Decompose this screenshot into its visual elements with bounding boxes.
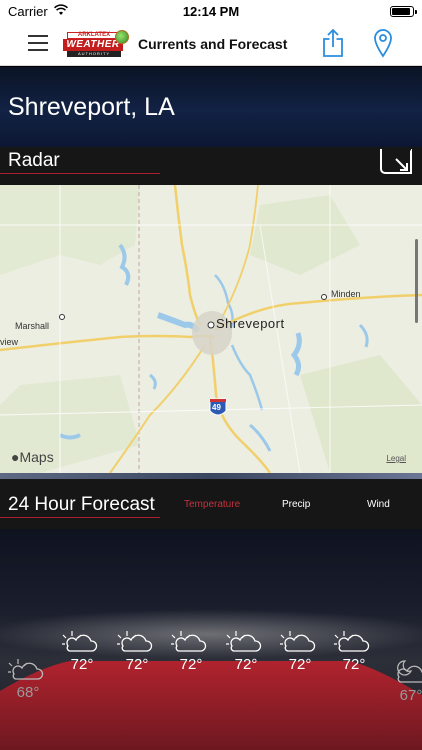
forecast-graph[interactable]: 68° 72° 72° 72° 72° 72° 72° 67° bbox=[0, 529, 422, 750]
radar-map[interactable]: Shreveport Marshall Minden view 49 ●Maps… bbox=[0, 185, 422, 473]
map-label-shreveport: Shreveport bbox=[216, 316, 285, 331]
forecast-hour: 72° bbox=[112, 626, 162, 673]
expand-icon[interactable] bbox=[378, 147, 414, 175]
partly-cloudy-night-icon bbox=[397, 660, 422, 683]
partly-cloudy-icon bbox=[280, 631, 316, 652]
maps-brand-text: Maps bbox=[19, 449, 54, 465]
scrollbar-thumb[interactable] bbox=[415, 239, 418, 323]
nav-bar: ARKLATEX WEATHER AUTHORITY Currents and … bbox=[0, 24, 422, 66]
partly-cloudy-icon bbox=[334, 631, 370, 652]
map-label-minden: Minden bbox=[331, 289, 361, 299]
hour-temp: 68° bbox=[16, 684, 40, 701]
radar-title: Radar bbox=[8, 150, 60, 171]
forecast-title-underline bbox=[0, 517, 160, 518]
partly-cloudy-icon bbox=[117, 631, 153, 652]
partly-cloudy-icon bbox=[171, 631, 207, 652]
partly-cloudy-icon bbox=[8, 659, 44, 680]
globe-icon bbox=[115, 30, 129, 44]
map-label-marshall: Marshall bbox=[15, 321, 50, 331]
forecast-hour: 68° bbox=[3, 654, 53, 701]
radar-header: Radar bbox=[0, 147, 422, 185]
hour-temp: 72° bbox=[70, 656, 94, 673]
hour-temp: 72° bbox=[288, 656, 312, 673]
logo-bottom-text: AUTHORITY bbox=[67, 51, 121, 57]
location-pin-icon[interactable] bbox=[373, 28, 393, 58]
forecast-hour: 72° bbox=[166, 626, 216, 673]
apple-maps-logo: ●Maps bbox=[11, 449, 54, 465]
share-icon[interactable] bbox=[322, 28, 344, 58]
city-name: Shreveport, LA bbox=[8, 93, 175, 121]
tab-wind[interactable]: Wind bbox=[367, 499, 390, 510]
hour-temp: 67° bbox=[399, 687, 422, 704]
forecast-hour: 72° bbox=[57, 626, 107, 673]
hour-temp: 72° bbox=[342, 656, 366, 673]
clock: 12:14 PM bbox=[182, 4, 240, 19]
hamburger-menu-icon[interactable] bbox=[28, 35, 48, 51]
interstate-49-label: 49 bbox=[212, 403, 221, 412]
tab-precip[interactable]: Precip bbox=[282, 499, 310, 510]
forecast-title: 24 Hour Forecast bbox=[8, 494, 155, 515]
app-logo: ARKLATEX WEATHER AUTHORITY bbox=[63, 30, 131, 60]
forecast-hour: 72° bbox=[329, 626, 379, 673]
hour-temp: 72° bbox=[234, 656, 258, 673]
map-canvas bbox=[0, 185, 422, 473]
status-bar: Carrier 12:14 PM bbox=[0, 0, 422, 24]
battery-icon bbox=[390, 6, 417, 17]
radar-title-underline bbox=[0, 173, 160, 174]
partly-cloudy-icon bbox=[226, 631, 262, 652]
hour-temp: 72° bbox=[125, 656, 149, 673]
main-content: Shreveport, LA Radar Shreveport Marshall… bbox=[0, 67, 422, 750]
logo-top-text: ARKLATEX bbox=[67, 32, 121, 39]
forecast-hour: 67° bbox=[386, 657, 422, 704]
tab-temperature[interactable]: Temperature bbox=[184, 499, 240, 510]
map-label-longview: view bbox=[0, 337, 19, 347]
forecast-header: 24 Hour Forecast Temperature Precip Wind bbox=[0, 479, 422, 529]
legal-link[interactable]: Legal bbox=[386, 454, 406, 463]
forecast-hour: 72° bbox=[221, 626, 271, 673]
page-title: Currents and Forecast bbox=[138, 36, 288, 52]
forecast-hour: 72° bbox=[275, 626, 325, 673]
city-banner: Shreveport, LA bbox=[0, 67, 422, 147]
logo-main-text: WEATHER bbox=[63, 39, 123, 51]
partly-cloudy-icon bbox=[62, 631, 98, 652]
hour-temp: 72° bbox=[179, 656, 203, 673]
